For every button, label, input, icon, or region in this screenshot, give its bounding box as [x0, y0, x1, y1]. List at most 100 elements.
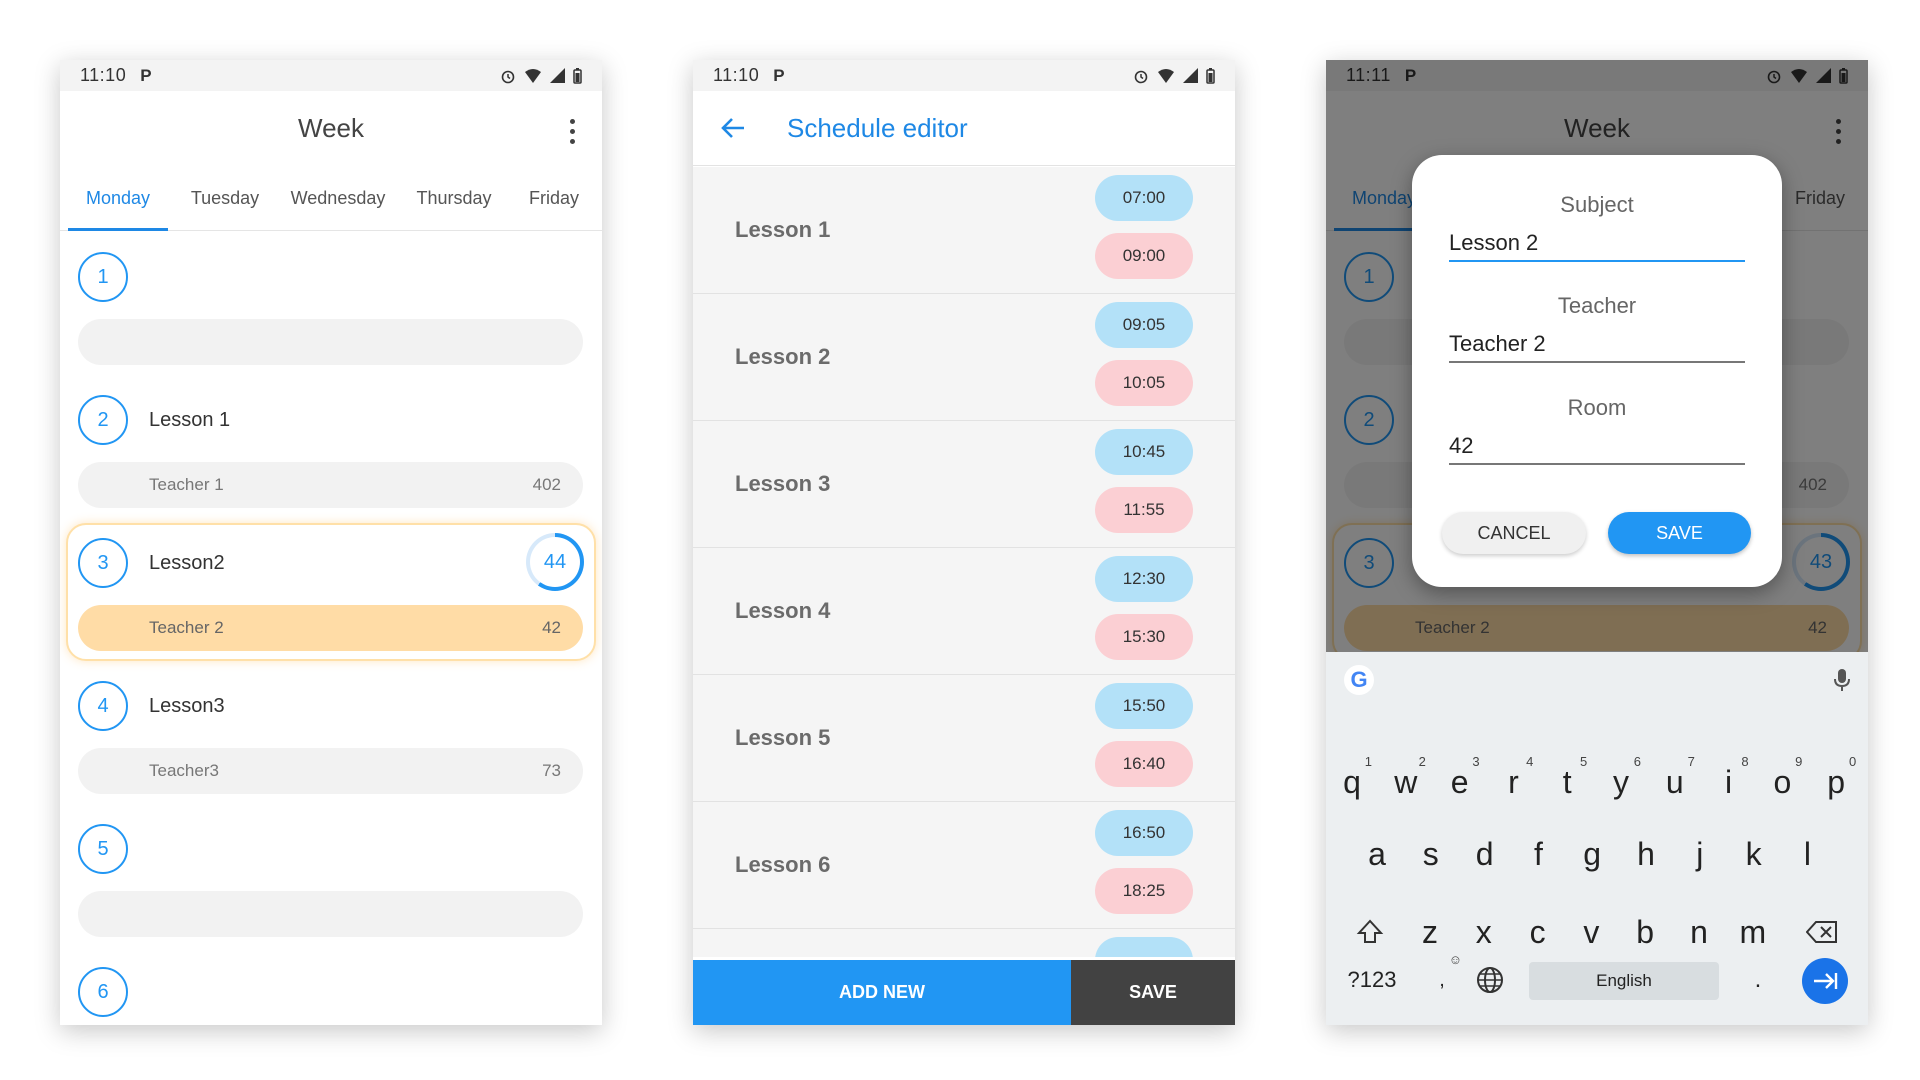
microphone-icon[interactable] [1834, 668, 1850, 692]
end-time-pill[interactable]: 15:30 [1095, 614, 1193, 660]
lesson-details-bar[interactable] [78, 319, 583, 365]
key-q[interactable]: q1 [1328, 752, 1376, 812]
tab-wednesday[interactable]: Wednesday [274, 166, 402, 231]
google-icon[interactable]: G [1344, 664, 1374, 695]
start-time-pill[interactable]: 10:45 [1095, 429, 1193, 475]
backspace-icon [1806, 921, 1837, 943]
language-key[interactable] [1466, 950, 1514, 1010]
key-label: v [1583, 913, 1600, 950]
lesson-number: 6 [78, 967, 128, 1017]
lesson-number: 1 [78, 252, 128, 302]
start-time-pill[interactable] [1095, 937, 1193, 957]
space-bar[interactable]: English [1529, 962, 1719, 1000]
key-label: z [1422, 913, 1438, 950]
key-p[interactable]: p0 [1812, 752, 1860, 812]
page-title: Week [298, 113, 364, 143]
key-u[interactable]: u7 [1651, 752, 1699, 812]
subject-input[interactable]: Lesson 2 [1449, 230, 1745, 262]
key-h[interactable]: h [1622, 824, 1670, 884]
end-time-pill[interactable]: 11:55 [1095, 487, 1193, 533]
key-v[interactable]: v [1567, 902, 1615, 962]
back-arrow-icon[interactable] [715, 115, 751, 141]
page-title: Schedule editor [787, 112, 968, 143]
room-input[interactable]: 42 [1449, 433, 1745, 465]
key-y[interactable]: y6 [1597, 752, 1645, 812]
key-s[interactable]: s [1407, 824, 1455, 884]
key-b[interactable]: b [1621, 902, 1669, 962]
key-label: k [1745, 835, 1762, 872]
emoji-icon: ☺ [1448, 952, 1462, 967]
lesson-details-bar[interactable]: Teacher 2 42 [78, 605, 583, 651]
start-time-pill[interactable]: 09:05 [1095, 302, 1193, 348]
period-key[interactable]: . [1734, 950, 1782, 1010]
save-button[interactable]: SAVE [1071, 960, 1235, 1025]
next-field-button[interactable] [1802, 958, 1848, 1004]
lesson-name: Lesson 6 [735, 852, 831, 877]
key-i[interactable]: i8 [1705, 752, 1753, 812]
key-label: s [1422, 835, 1439, 872]
more-options-icon[interactable] [570, 119, 576, 144]
teacher-name: Teacher 2 [149, 618, 224, 637]
key-e[interactable]: e3 [1436, 752, 1484, 812]
key-n[interactable]: n [1675, 902, 1723, 962]
globe-icon [1477, 967, 1503, 993]
room-number: 73 [542, 761, 561, 780]
key-f[interactable]: f [1514, 824, 1562, 884]
lesson-name: Lesson 5 [735, 725, 831, 750]
key-o[interactable]: o9 [1758, 752, 1806, 812]
lesson-details-bar[interactable]: Teacher3 73 [78, 748, 583, 794]
end-time-pill[interactable]: 10:05 [1095, 360, 1193, 406]
key-label: h [1637, 835, 1655, 872]
key-number-hint: 9 [1795, 754, 1803, 769]
start-time-pill[interactable]: 16:50 [1095, 810, 1193, 856]
end-time-pill[interactable]: 16:40 [1095, 741, 1193, 787]
parking-notification-icon: P [773, 65, 785, 85]
key-label: p [1827, 763, 1846, 800]
key-k[interactable]: k [1730, 824, 1778, 884]
add-new-button[interactable]: ADD NEW [693, 960, 1071, 1025]
teacher-input[interactable]: Teacher 2 [1449, 331, 1745, 363]
parking-notification-icon: P [140, 65, 152, 85]
keyboard-toolbar: G [1326, 652, 1868, 707]
tab-thursday[interactable]: Thursday [402, 166, 506, 231]
key-label: q [1343, 763, 1361, 800]
lesson-time-list: Lesson 1 07:00 09:00 Lesson 2 09:05 10:05 Le… [693, 167, 1235, 957]
key-d[interactable]: d [1461, 824, 1509, 884]
start-time-pill[interactable]: 12:30 [1095, 556, 1193, 602]
key-w[interactable]: w2 [1382, 752, 1430, 812]
tab-tuesday[interactable]: Tuesday [176, 166, 274, 231]
list-item-partial[interactable] [693, 929, 1235, 957]
key-a[interactable]: a [1353, 824, 1401, 884]
key-c[interactable]: c [1514, 902, 1562, 962]
save-button[interactable]: SAVE [1608, 512, 1751, 554]
list-item[interactable]: Lesson 1 07:00 09:00 [693, 167, 1235, 294]
start-time-pill[interactable]: 15:50 [1095, 683, 1193, 729]
start-time-pill[interactable]: 07:00 [1095, 175, 1193, 221]
key-l[interactable]: l [1783, 824, 1831, 884]
backspace-key[interactable] [1798, 902, 1846, 962]
list-item[interactable]: Lesson 5 15:50 16:40 [693, 675, 1235, 802]
lesson-details-bar[interactable]: Teacher 1 402 [78, 462, 583, 508]
symbols-key[interactable]: ?123 [1342, 950, 1402, 1010]
list-item[interactable]: Lesson 2 09:05 10:05 [693, 294, 1235, 421]
key-label: l [1803, 835, 1811, 872]
key-g[interactable]: g [1568, 824, 1616, 884]
lesson-name: Lesson 2 [735, 344, 831, 369]
list-item[interactable]: Lesson 4 12:30 15:30 [693, 548, 1235, 675]
end-time-pill[interactable]: 09:00 [1095, 233, 1193, 279]
emoji-comma-key[interactable]: , ☺ [1418, 950, 1466, 1010]
list-item[interactable]: Lesson 6 16:50 18:25 [693, 802, 1235, 929]
tab-friday[interactable]: Friday [506, 166, 602, 231]
end-time-pill[interactable]: 18:25 [1095, 868, 1193, 914]
key-t[interactable]: t5 [1543, 752, 1591, 812]
lesson-details-bar[interactable] [78, 891, 583, 937]
lesson-number: 5 [78, 824, 128, 874]
lesson-name: Lesson 1 [149, 409, 231, 431]
room-number: 42 [542, 618, 561, 637]
list-item[interactable]: Lesson 3 10:45 11:55 [693, 421, 1235, 548]
key-j[interactable]: j [1676, 824, 1724, 884]
cancel-button[interactable]: CANCEL [1442, 512, 1586, 554]
battery-icon [1206, 67, 1215, 84]
tab-monday[interactable]: Monday [60, 166, 176, 231]
key-r[interactable]: r4 [1489, 752, 1537, 812]
